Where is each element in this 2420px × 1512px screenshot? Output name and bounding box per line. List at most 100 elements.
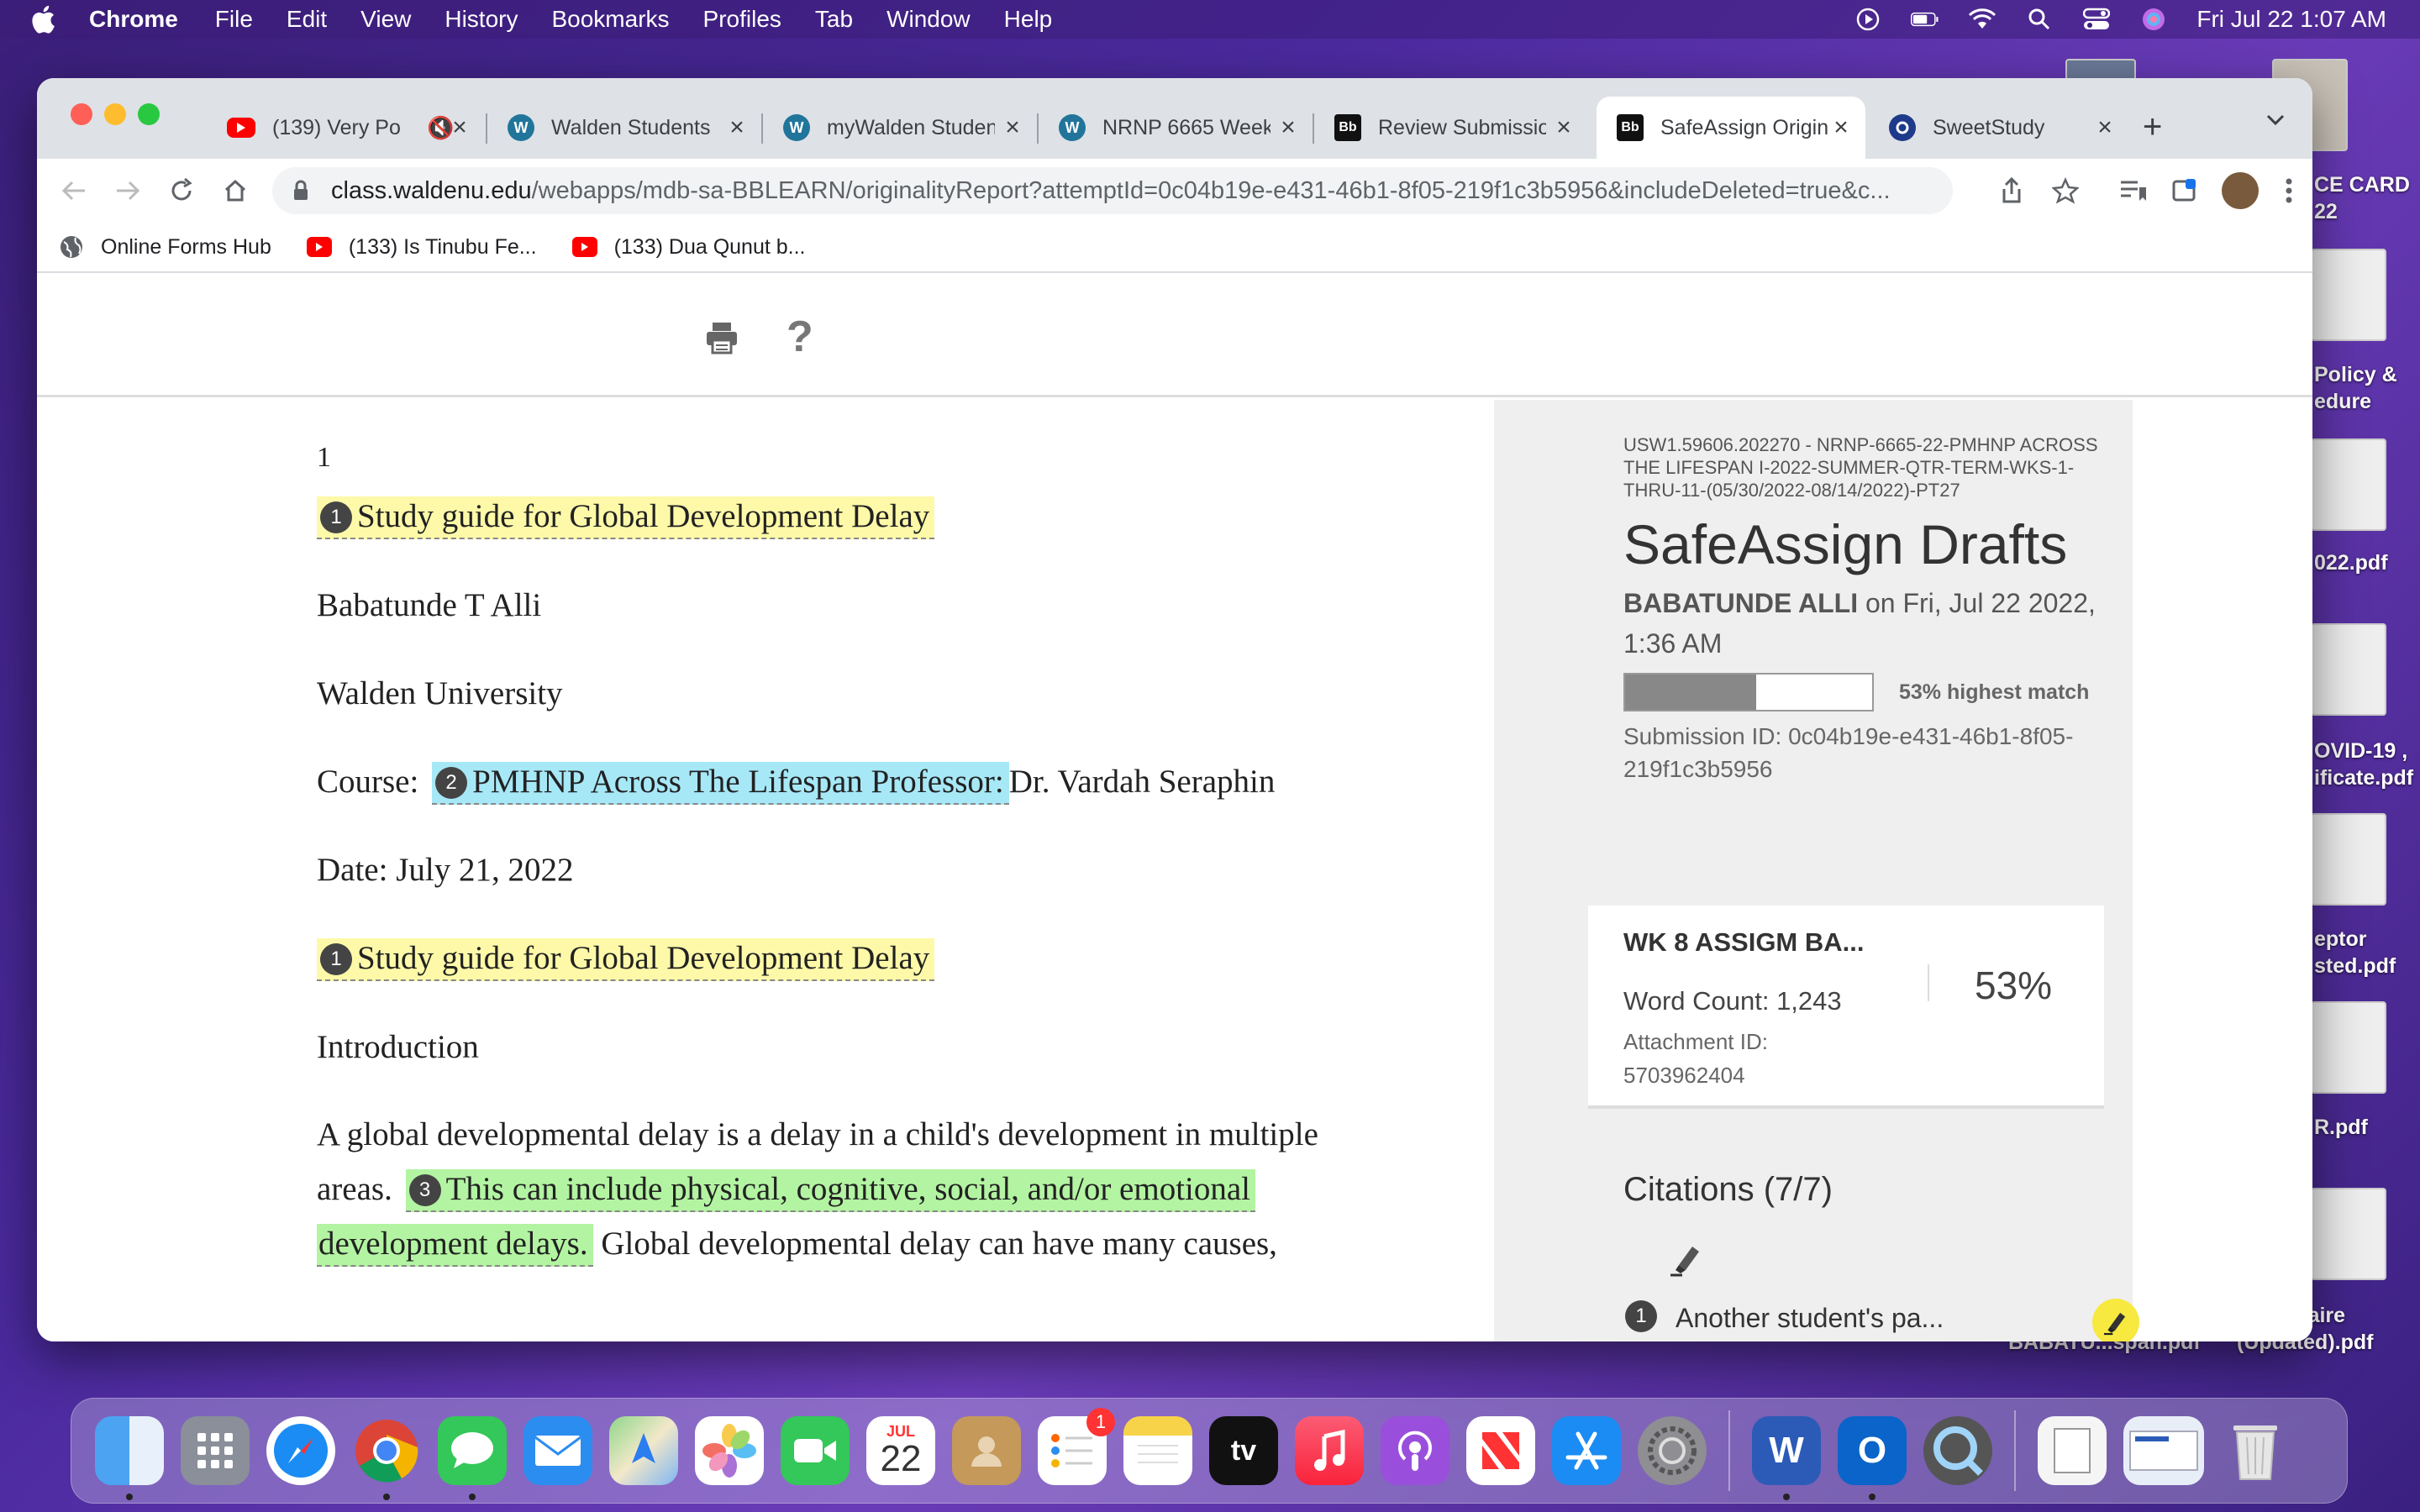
match-highlight[interactable]: development delays. [317, 1224, 593, 1267]
menu-edit[interactable]: Edit [287, 6, 327, 33]
photos-icon[interactable] [695, 1416, 764, 1485]
calendar-icon[interactable]: JUL 22 [866, 1416, 935, 1485]
messages-icon[interactable] [438, 1416, 507, 1500]
close-tab-icon[interactable]: × [447, 115, 472, 140]
lock-icon[interactable] [292, 180, 309, 208]
microsoft-outlook-icon[interactable]: O [1838, 1416, 1907, 1500]
contacts-icon[interactable] [952, 1416, 1021, 1485]
battery-icon[interactable] [1911, 7, 1939, 32]
microsoft-word-icon[interactable]: W [1752, 1416, 1821, 1500]
chrome-icon[interactable] [352, 1416, 421, 1500]
launchpad-icon[interactable] [181, 1416, 250, 1485]
minimize-window-button[interactable] [104, 103, 126, 125]
help-icon[interactable]: ? [786, 315, 813, 359]
close-tab-icon[interactable]: × [1276, 115, 1301, 140]
news-icon[interactable] [1466, 1416, 1535, 1485]
close-window-button[interactable] [71, 103, 92, 125]
music-icon[interactable] [1295, 1416, 1364, 1485]
new-tab-button[interactable]: + [2143, 110, 2162, 144]
highlighter-icon[interactable] [1667, 1240, 1706, 1278]
downloads-stack-icon[interactable] [2123, 1416, 2204, 1485]
match-number-badge[interactable]: 1 [320, 943, 352, 976]
desktop-file-thumbnail[interactable] [2311, 1188, 2386, 1280]
desktop-file-thumbnail[interactable] [2311, 1001, 2386, 1094]
extension-icon[interactable] [2168, 174, 2202, 207]
menu-help[interactable]: Help [1004, 6, 1053, 33]
podcasts-icon[interactable] [1381, 1416, 1449, 1485]
back-button[interactable] [57, 174, 91, 207]
blackboard-icon: Bb [1617, 114, 1644, 141]
forward-button[interactable] [111, 174, 145, 207]
finder-icon[interactable] [95, 1416, 164, 1500]
close-tab-icon[interactable]: × [1551, 115, 1576, 140]
tab-safeassign[interactable]: Bb SafeAssign Origin × [1597, 97, 1865, 159]
match-highlight[interactable]: 3 This can include physical, cognitive, s… [405, 1169, 1256, 1212]
bookmark-online-forms-hub[interactable]: Online Forms Hub [59, 234, 271, 260]
share-icon[interactable] [1995, 174, 2028, 207]
menu-bookmarks[interactable]: Bookmarks [551, 6, 669, 33]
maps-icon[interactable] [609, 1416, 678, 1485]
reload-button[interactable] [165, 174, 198, 207]
close-tab-icon[interactable]: × [724, 115, 750, 140]
apple-tv-icon[interactable]: tv [1209, 1416, 1278, 1485]
close-tab-icon[interactable]: × [1828, 115, 1854, 140]
bookmark-youtube-dua[interactable]: (133) Dua Qunut b... [571, 235, 805, 260]
siri-icon[interactable] [2139, 7, 2168, 32]
match-number-badge[interactable]: 3 [408, 1174, 441, 1207]
match-highlight[interactable]: 2 PMHNP Across The Lifespan Professor: [432, 762, 1009, 805]
match-highlight[interactable]: 1 Study guide for Global Development Dela… [317, 496, 935, 539]
match-number-badge[interactable]: 2 [435, 767, 468, 800]
mail-icon[interactable] [523, 1416, 592, 1485]
desktop-file-thumbnail[interactable] [2311, 438, 2386, 531]
apple-menu-icon[interactable] [30, 4, 60, 34]
desktop-file-label: Policy & [2314, 363, 2397, 386]
tab-search-chevron-icon[interactable] [2265, 113, 2286, 131]
menu-app-name[interactable]: Chrome [89, 6, 178, 33]
home-button[interactable] [218, 174, 252, 207]
tab-youtube[interactable]: (139) Very Po 🔇 × [207, 97, 484, 159]
menu-file[interactable]: File [215, 6, 253, 33]
tab-nrnp-6665[interactable]: W NRNP 6665 Week × [1039, 97, 1313, 159]
menu-view[interactable]: View [360, 6, 411, 33]
spotlight-search-icon[interactable] [2025, 7, 2054, 32]
menu-history[interactable]: History [445, 6, 518, 33]
notes-icon[interactable] [1123, 1416, 1192, 1485]
safari-icon[interactable] [266, 1416, 335, 1485]
tab-review-submission[interactable]: Bb Review Submissio × [1314, 97, 1588, 159]
tab-mywalden[interactable]: W myWalden Studen × [763, 97, 1037, 159]
trash-icon[interactable] [2221, 1416, 2290, 1485]
close-tab-icon[interactable]: × [2092, 115, 2118, 140]
bookmark-youtube-tinubu[interactable]: (133) Is Tinubu Fe... [306, 235, 537, 260]
print-icon[interactable] [704, 320, 739, 360]
facetime-icon[interactable] [781, 1416, 850, 1485]
app-store-icon[interactable] [1552, 1416, 1621, 1485]
more-options-icon[interactable] [2272, 174, 2306, 207]
bookmark-star-icon[interactable] [2049, 174, 2082, 207]
address-bar[interactable]: class.waldenu.edu/webapps/mdb-sa-BBLEARN… [272, 167, 1953, 214]
reminders-icon[interactable]: 1 [1038, 1408, 1115, 1485]
media-play-icon[interactable] [1854, 7, 1882, 32]
tab-sweetstudy[interactable]: SweetStudy × [1869, 97, 2129, 159]
control-center-icon[interactable] [2082, 7, 2111, 32]
menu-tab[interactable]: Tab [815, 6, 853, 33]
desktop-file-thumbnail[interactable] [2311, 813, 2386, 906]
menu-window[interactable]: Window [886, 6, 971, 33]
quicktime-icon[interactable] [1923, 1416, 1992, 1485]
reading-list-icon[interactable] [2116, 174, 2149, 207]
match-number-badge[interactable]: 1 [320, 501, 352, 534]
match-highlight[interactable]: 1 Study guide for Global Development Dela… [317, 938, 935, 981]
zoom-window-button[interactable] [138, 103, 160, 125]
menu-profiles[interactable]: Profiles [703, 6, 781, 33]
menu-clock[interactable]: Fri Jul 22 1:07 AM [2196, 6, 2386, 33]
tab-walden-students[interactable]: W Walden Students × [487, 97, 761, 159]
profile-avatar[interactable] [2222, 172, 2259, 209]
close-tab-icon[interactable]: × [1000, 115, 1025, 140]
citation-item[interactable]: 1 Another student's pa... [1623, 1297, 2128, 1339]
attachment-card[interactable]: WK 8 ASSIGM BA... Word Count: 1,243 Atta… [1588, 906, 2104, 1109]
desktop-file-thumbnail[interactable] [2311, 249, 2386, 341]
system-preferences-icon[interactable] [1638, 1416, 1707, 1485]
documents-folder-icon[interactable] [2038, 1416, 2107, 1485]
wifi-icon[interactable] [1968, 7, 1996, 32]
citation-highlight-button[interactable] [2092, 1299, 2139, 1341]
desktop-file-thumbnail[interactable] [2311, 623, 2386, 716]
